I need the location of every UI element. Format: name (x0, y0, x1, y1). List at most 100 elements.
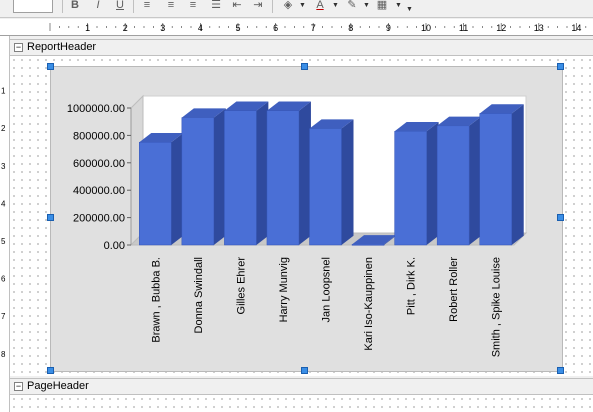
fill-color-button[interactable]: ◈ (281, 0, 295, 13)
y-tick-label: 1000000.00 (67, 103, 125, 115)
y-tick-label: 800000.00 (73, 130, 125, 142)
y-tick-label: 600000.00 (73, 158, 125, 170)
bar-front (266, 110, 300, 246)
bar-front (224, 110, 257, 246)
ruler-label: 6 (273, 23, 278, 33)
x-tick-label: Donna Swindall (193, 257, 205, 333)
resize-handle-bottom-right[interactable] (557, 367, 564, 374)
resize-handle-bottom[interactable] (301, 367, 308, 374)
x-tick-label: Pitt , Dirk K. (406, 257, 418, 315)
indent-button[interactable]: ⇥ (251, 0, 265, 13)
ruler-label: 5 (235, 23, 240, 33)
toolbar-separator (272, 0, 273, 13)
ruler-label: 7 (311, 23, 316, 33)
ruler-label: 8 (1, 350, 6, 359)
ruler-label: 14 (571, 23, 581, 33)
ruler-label: 1 (1, 87, 6, 96)
ruler-label: 8 (348, 23, 353, 33)
bar-front (309, 128, 342, 246)
collapse-icon[interactable]: − (14, 382, 23, 391)
ruler-label: 12 (496, 23, 506, 33)
bar-side (426, 122, 439, 245)
bar (394, 122, 439, 246)
bar (224, 101, 269, 246)
chevron-down-icon[interactable]: ▼ (363, 2, 370, 9)
ruler-label: 4 (198, 23, 203, 33)
bar-side (213, 108, 226, 246)
toolbar-separator (133, 0, 134, 13)
collapse-icon[interactable]: − (14, 43, 23, 52)
ruler-label: 7 (1, 312, 6, 321)
y-tick-label: 200000.00 (73, 213, 125, 225)
italic-button[interactable]: I (91, 0, 105, 13)
y-tick-label: 400000.00 (73, 185, 125, 197)
toolbar-overflow-icon[interactable]: ▼ (406, 6, 413, 13)
borders-button[interactable]: ▦ (375, 0, 389, 13)
x-tick-label: Brawn , Bubba B. (150, 257, 162, 343)
highlight-button[interactable]: ✎ (345, 0, 359, 13)
bar-front (351, 244, 385, 246)
x-tick-label: Robert Roller (448, 257, 460, 322)
report-header-band[interactable]: − ReportHeader (10, 39, 593, 56)
bar-front (479, 113, 512, 246)
x-tick-label: Gilles Ehrer (235, 257, 247, 315)
outdent-button[interactable]: ⇤ (230, 0, 244, 13)
bar (309, 119, 354, 246)
bar-side (256, 101, 269, 245)
bar-side (171, 133, 184, 245)
bar-side (511, 104, 524, 245)
vertical-ruler: 1 2 3 4 5 6 7 8 (0, 36, 10, 412)
bullets-button[interactable]: ☰ (209, 0, 223, 13)
bar-front (394, 131, 427, 246)
bar-side (298, 101, 311, 245)
bar (436, 116, 482, 246)
bar (479, 104, 524, 246)
resize-handle-right[interactable] (557, 214, 564, 221)
ruler-label: 1 (85, 23, 90, 33)
ruler-label: 9 (386, 23, 391, 33)
horizontal-ruler: 123456789101112131415 (0, 19, 593, 36)
page-header-band[interactable]: − PageHeader (10, 378, 593, 395)
ruler-label: 2 (123, 23, 128, 33)
resize-handle-top[interactable] (301, 63, 308, 70)
bar (139, 133, 184, 246)
ruler-label: 3 (160, 23, 165, 33)
font-size-combo[interactable] (13, 0, 53, 13)
resize-handle-left[interactable] (47, 214, 54, 221)
resize-handle-top-right[interactable] (557, 63, 564, 70)
align-left-button[interactable]: ≡ (140, 0, 154, 13)
ruler-label: 4 (1, 199, 6, 208)
chevron-down-icon[interactable]: ▼ (299, 2, 306, 9)
ruler-label: 13 (534, 23, 544, 33)
ruler-label: 2 (1, 124, 6, 133)
underline-button[interactable]: U (113, 0, 127, 13)
bar-front (139, 142, 172, 246)
ruler-label: 11 (459, 23, 468, 33)
font-color-button[interactable]: A (313, 0, 327, 13)
formatting-toolbar: B I U ≡ ≡ ≡ ☰ ⇤ ⇥ ◈ ▼ A ▼ ✎ ▼ ▦ ▼ ▼ (0, 0, 593, 18)
bar (181, 108, 226, 246)
ruler-label: 10 (421, 23, 431, 33)
resize-handle-bottom-left[interactable] (47, 367, 54, 374)
bar-side (341, 119, 354, 245)
band-title: ReportHeader (27, 41, 97, 53)
chevron-down-icon[interactable]: ▼ (332, 2, 339, 9)
bar-front (436, 125, 470, 246)
chart-control[interactable]: 0.00 200000.00 400000.00 600000.00 800000.00… (50, 66, 563, 372)
align-right-button[interactable]: ≡ (186, 0, 200, 13)
toolbar-separator (62, 0, 63, 13)
band-title: PageHeader (27, 380, 89, 392)
y-tick-label: 0.00 (104, 240, 125, 252)
bar-side (469, 116, 482, 246)
ruler-label: 5 (1, 237, 6, 246)
bar-chart: 0.00 200000.00 400000.00 600000.00 800000.00… (67, 94, 528, 357)
x-tick-label: Kari Iso-Kauppinen (363, 257, 375, 351)
x-tick-label: Smith , Spike Louise (491, 257, 503, 357)
page-header-area (10, 395, 593, 412)
bar (266, 101, 311, 246)
resize-handle-top-left[interactable] (47, 63, 54, 70)
x-tick-label: Harry Munvig (278, 257, 290, 322)
align-center-button[interactable]: ≡ (164, 0, 178, 13)
chevron-down-icon[interactable]: ▼ (395, 2, 402, 9)
bold-button[interactable]: B (68, 0, 82, 13)
